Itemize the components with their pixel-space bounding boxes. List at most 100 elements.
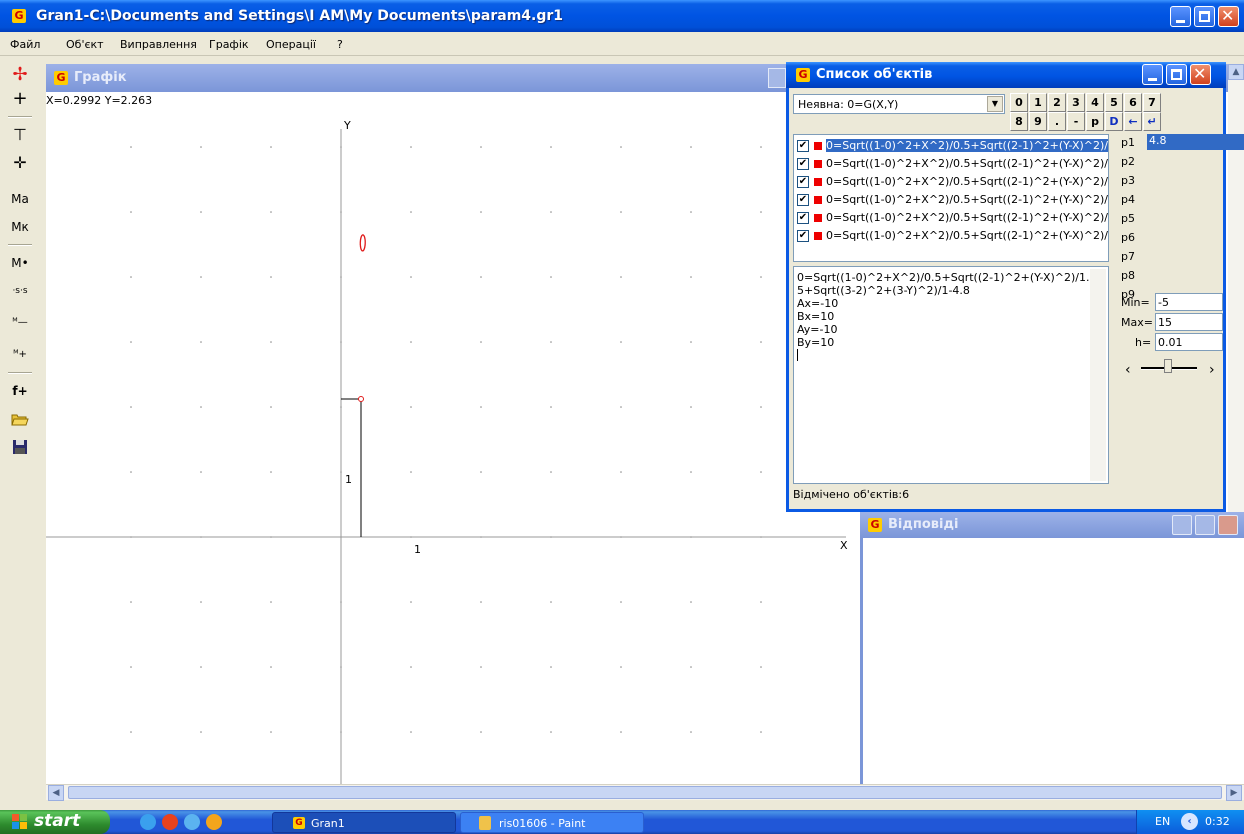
f-plus-icon[interactable]: f+ [8, 380, 32, 402]
save-disk-icon[interactable] [8, 436, 32, 458]
axes-plus-icon[interactable]: ⊤ [8, 124, 32, 146]
key-6[interactable]: 6 [1124, 93, 1142, 112]
menu-graph[interactable]: Графік [209, 38, 249, 51]
network-icon[interactable]: ‹ [1181, 813, 1198, 830]
task-paint[interactable]: ris01606 - Paint [460, 812, 644, 833]
media-icon[interactable] [162, 814, 178, 830]
answers-minimize-button[interactable] [1172, 515, 1192, 535]
key-7[interactable]: 7 [1143, 93, 1161, 112]
key-d[interactable]: D [1105, 112, 1123, 131]
task-gran1[interactable]: G Gran1 [272, 812, 456, 833]
menu-operations[interactable]: Операції [266, 38, 316, 51]
menu-object[interactable]: Об'єкт [66, 38, 104, 51]
key-1[interactable]: 1 [1029, 93, 1047, 112]
scroll-up-button[interactable]: ▲ [1228, 64, 1244, 80]
checkbox[interactable]: ✔ [797, 158, 809, 170]
scroll-right-button[interactable]: ▶ [1226, 785, 1242, 801]
min-input[interactable]: -5 [1155, 293, 1223, 311]
minimize-icon [1148, 78, 1157, 81]
player-icon[interactable] [206, 814, 222, 830]
m-plus-icon[interactable]: ᴹ+ [8, 344, 32, 366]
key-p[interactable]: p [1086, 112, 1104, 131]
slider-left-arrow-icon[interactable]: ‹ [1125, 362, 1131, 378]
key-minus[interactable]: - [1067, 112, 1085, 131]
cross-icon[interactable]: + [8, 88, 32, 110]
key-2[interactable]: 2 [1048, 93, 1066, 112]
param-value-p5[interactable] [1147, 210, 1244, 226]
menu-file[interactable]: Файл [10, 38, 40, 51]
answers-window-titlebar: G Відповіді [860, 512, 1244, 538]
param-value-p3[interactable] [1147, 172, 1244, 188]
param-value-p4[interactable] [1147, 191, 1244, 207]
mk-icon[interactable]: Mк [8, 216, 32, 238]
param-label-p3: p3 [1117, 172, 1145, 190]
grid-dot [550, 471, 552, 473]
key-dot[interactable]: . [1048, 112, 1066, 131]
scale-icon[interactable]: ·s·s [8, 280, 32, 302]
ie-icon[interactable] [140, 814, 156, 830]
key-5[interactable]: 5 [1105, 93, 1123, 112]
grid-dot [480, 341, 482, 343]
chevron-down-icon[interactable]: ▼ [987, 96, 1003, 112]
grid-dot [410, 731, 412, 733]
horizontal-scroll-thumb[interactable] [68, 786, 1222, 799]
backspace-key[interactable]: ← [1124, 112, 1142, 131]
grid-dot [270, 666, 272, 668]
grid-dot [690, 601, 692, 603]
key-8[interactable]: 8 [1010, 112, 1028, 131]
param-label-p6: p6 [1117, 229, 1145, 247]
language-indicator[interactable]: EN [1155, 815, 1170, 828]
checkbox[interactable]: ✔ [797, 194, 809, 206]
formula-editor[interactable]: 0=Sqrt((1-0)^2+X^2)/0.5+Sqrt((2-1)^2+(Y-… [793, 266, 1109, 484]
param-value-p1[interactable]: 4.8 [1147, 134, 1244, 150]
key-0[interactable]: 0 [1010, 93, 1028, 112]
checkbox[interactable]: ✔ [797, 176, 809, 188]
grid-dot [690, 731, 692, 733]
minimize-button[interactable] [1170, 6, 1191, 27]
menu-help[interactable]: ? [337, 38, 343, 51]
checkbox[interactable]: ✔ [797, 140, 809, 152]
objects-close-button[interactable]: ✕ [1190, 64, 1211, 85]
axes-red-icon[interactable]: ✢ [8, 64, 32, 86]
checkbox[interactable]: ✔ [797, 212, 809, 224]
param-value-p2[interactable] [1147, 153, 1244, 169]
horizontal-scrollbar[interactable]: ◀ ▶ [46, 784, 1244, 801]
objects-minimize-button[interactable] [1142, 64, 1163, 85]
object-type-combo[interactable]: Неявна: 0=G(X,Y) ▼ [793, 94, 1005, 114]
key-4[interactable]: 4 [1086, 93, 1104, 112]
answers-maximize-button[interactable] [1195, 515, 1215, 535]
browser-icon[interactable] [184, 814, 200, 830]
contour-curves [359, 234, 366, 252]
param-value-p7[interactable] [1147, 248, 1244, 264]
ma-icon[interactable]: Ma [8, 188, 32, 210]
answers-window-title: Відповіді [888, 517, 959, 532]
menu-edit[interactable]: Виправлення [120, 38, 197, 51]
mpoint-icon[interactable]: M• [8, 252, 32, 274]
checkbox[interactable]: ✔ [797, 230, 809, 242]
grid-dot [410, 211, 412, 213]
param-value-p6[interactable] [1147, 229, 1244, 245]
enter-key[interactable]: ↵ [1143, 112, 1161, 131]
axes-cross-icon[interactable]: ✛ [8, 152, 32, 174]
slider-thumb[interactable] [1164, 359, 1172, 373]
m-minus-icon[interactable]: ᴹ— [8, 312, 32, 334]
maximize-button[interactable] [1194, 6, 1215, 27]
start-button[interactable]: start [0, 810, 110, 834]
scroll-left-button[interactable]: ◀ [48, 785, 64, 801]
h-input[interactable]: 0.01 [1155, 333, 1223, 351]
grid-dot [760, 601, 762, 603]
key-3[interactable]: 3 [1067, 93, 1085, 112]
objects-maximize-button[interactable] [1166, 64, 1187, 85]
grid-dot [690, 471, 692, 473]
open-folder-icon[interactable] [8, 408, 32, 430]
memo-scrollbar[interactable] [1090, 269, 1106, 481]
equation-text: 0=Sqrt((1-0)^2+X^2)/0.5+Sqrt((2-1)^2+(Y-… [826, 193, 1108, 206]
close-button[interactable]: ✕ [1218, 6, 1239, 27]
key-9[interactable]: 9 [1029, 112, 1047, 131]
graph-minimize-button[interactable] [768, 68, 786, 88]
max-input[interactable]: 15 [1155, 313, 1223, 331]
param-value-p8[interactable] [1147, 267, 1244, 283]
answers-close-button[interactable] [1218, 515, 1238, 535]
color-swatch [814, 142, 822, 150]
slider-right-arrow-icon[interactable]: › [1209, 362, 1215, 378]
